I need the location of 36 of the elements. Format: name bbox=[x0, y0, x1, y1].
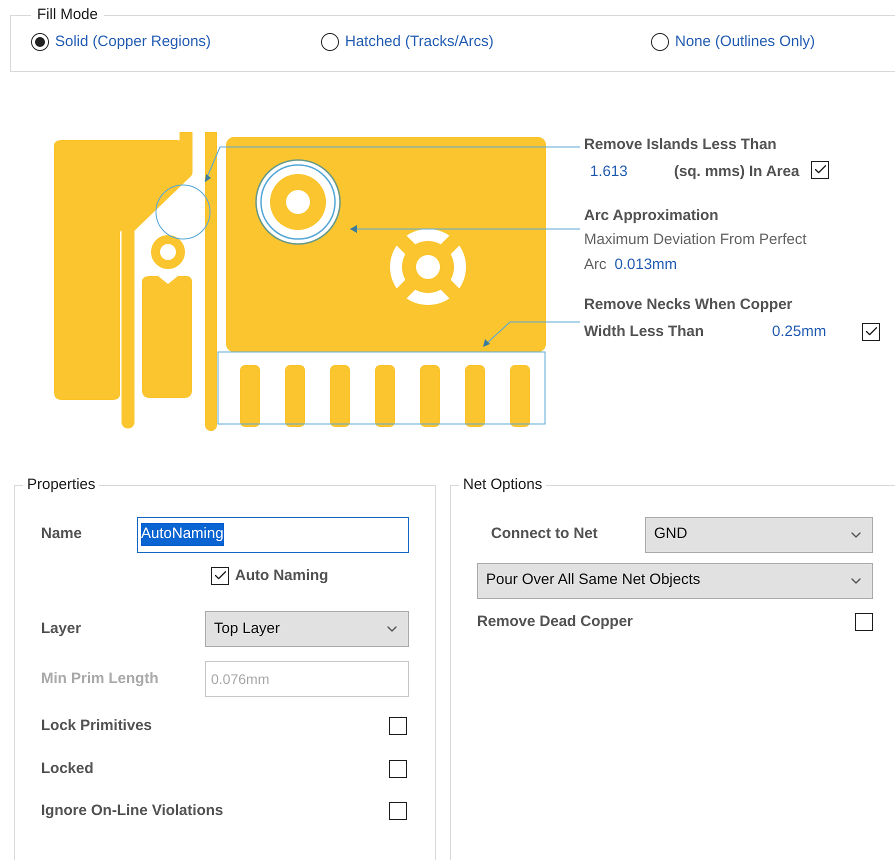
layer-dropdown[interactable]: Top Layer bbox=[205, 611, 409, 647]
option-label: Maximum Deviation From Perfect bbox=[584, 230, 808, 250]
value-text[interactable]: 0.25mm bbox=[772, 320, 862, 343]
checkbox[interactable] bbox=[862, 322, 880, 341]
name-field[interactable]: AutoNaming bbox=[137, 516, 409, 552]
field-label: Connect to Net bbox=[491, 524, 599, 544]
value-text[interactable]: 0.013mm bbox=[614, 254, 678, 276]
field-label: Name bbox=[41, 524, 83, 544]
net-dropdown[interactable]: GND bbox=[645, 516, 873, 552]
checkbox[interactable] bbox=[389, 717, 407, 736]
option-title: Remove Necks When Copper bbox=[584, 295, 794, 315]
radio-option[interactable]: Hatched (Tracks/Arcs) bbox=[321, 30, 494, 53]
radio-option[interactable]: Solid (Copper Regions) bbox=[31, 30, 211, 53]
option-title: Remove Islands Less Than bbox=[584, 135, 778, 155]
option-label: (sq. mms) In Area bbox=[674, 162, 800, 182]
group-title: Net Options bbox=[462, 475, 544, 495]
field-label: Min Prim Length bbox=[41, 668, 160, 689]
option-title: Arc Approximation bbox=[584, 206, 720, 226]
checkbox[interactable] bbox=[389, 760, 407, 778]
radio-option[interactable]: None (Outlines Only) bbox=[651, 30, 816, 53]
checkbox-label: Ignore On-Line Violations bbox=[41, 801, 224, 821]
checkbox-label: Lock Primitives bbox=[41, 716, 152, 736]
group-title: Fill Mode bbox=[36, 5, 99, 25]
value-text[interactable]: 1.613 bbox=[584, 161, 674, 184]
checkbox-label: Locked bbox=[41, 758, 94, 778]
checkbox[interactable] bbox=[811, 160, 830, 178]
group-title: Properties bbox=[26, 475, 96, 495]
checkbox-label: Auto Naming bbox=[235, 566, 328, 586]
checkbox[interactable] bbox=[211, 566, 229, 585]
checkbox[interactable] bbox=[855, 612, 873, 631]
option-label: Arc bbox=[584, 254, 606, 274]
option-label: Width Less Than bbox=[584, 322, 705, 342]
checkbox[interactable] bbox=[389, 802, 407, 820]
field-label: Layer bbox=[41, 618, 82, 639]
checkbox-label: Remove Dead Copper bbox=[477, 612, 633, 632]
pour-dropdown[interactable]: Pour Over All Same Net Objects bbox=[477, 562, 873, 598]
